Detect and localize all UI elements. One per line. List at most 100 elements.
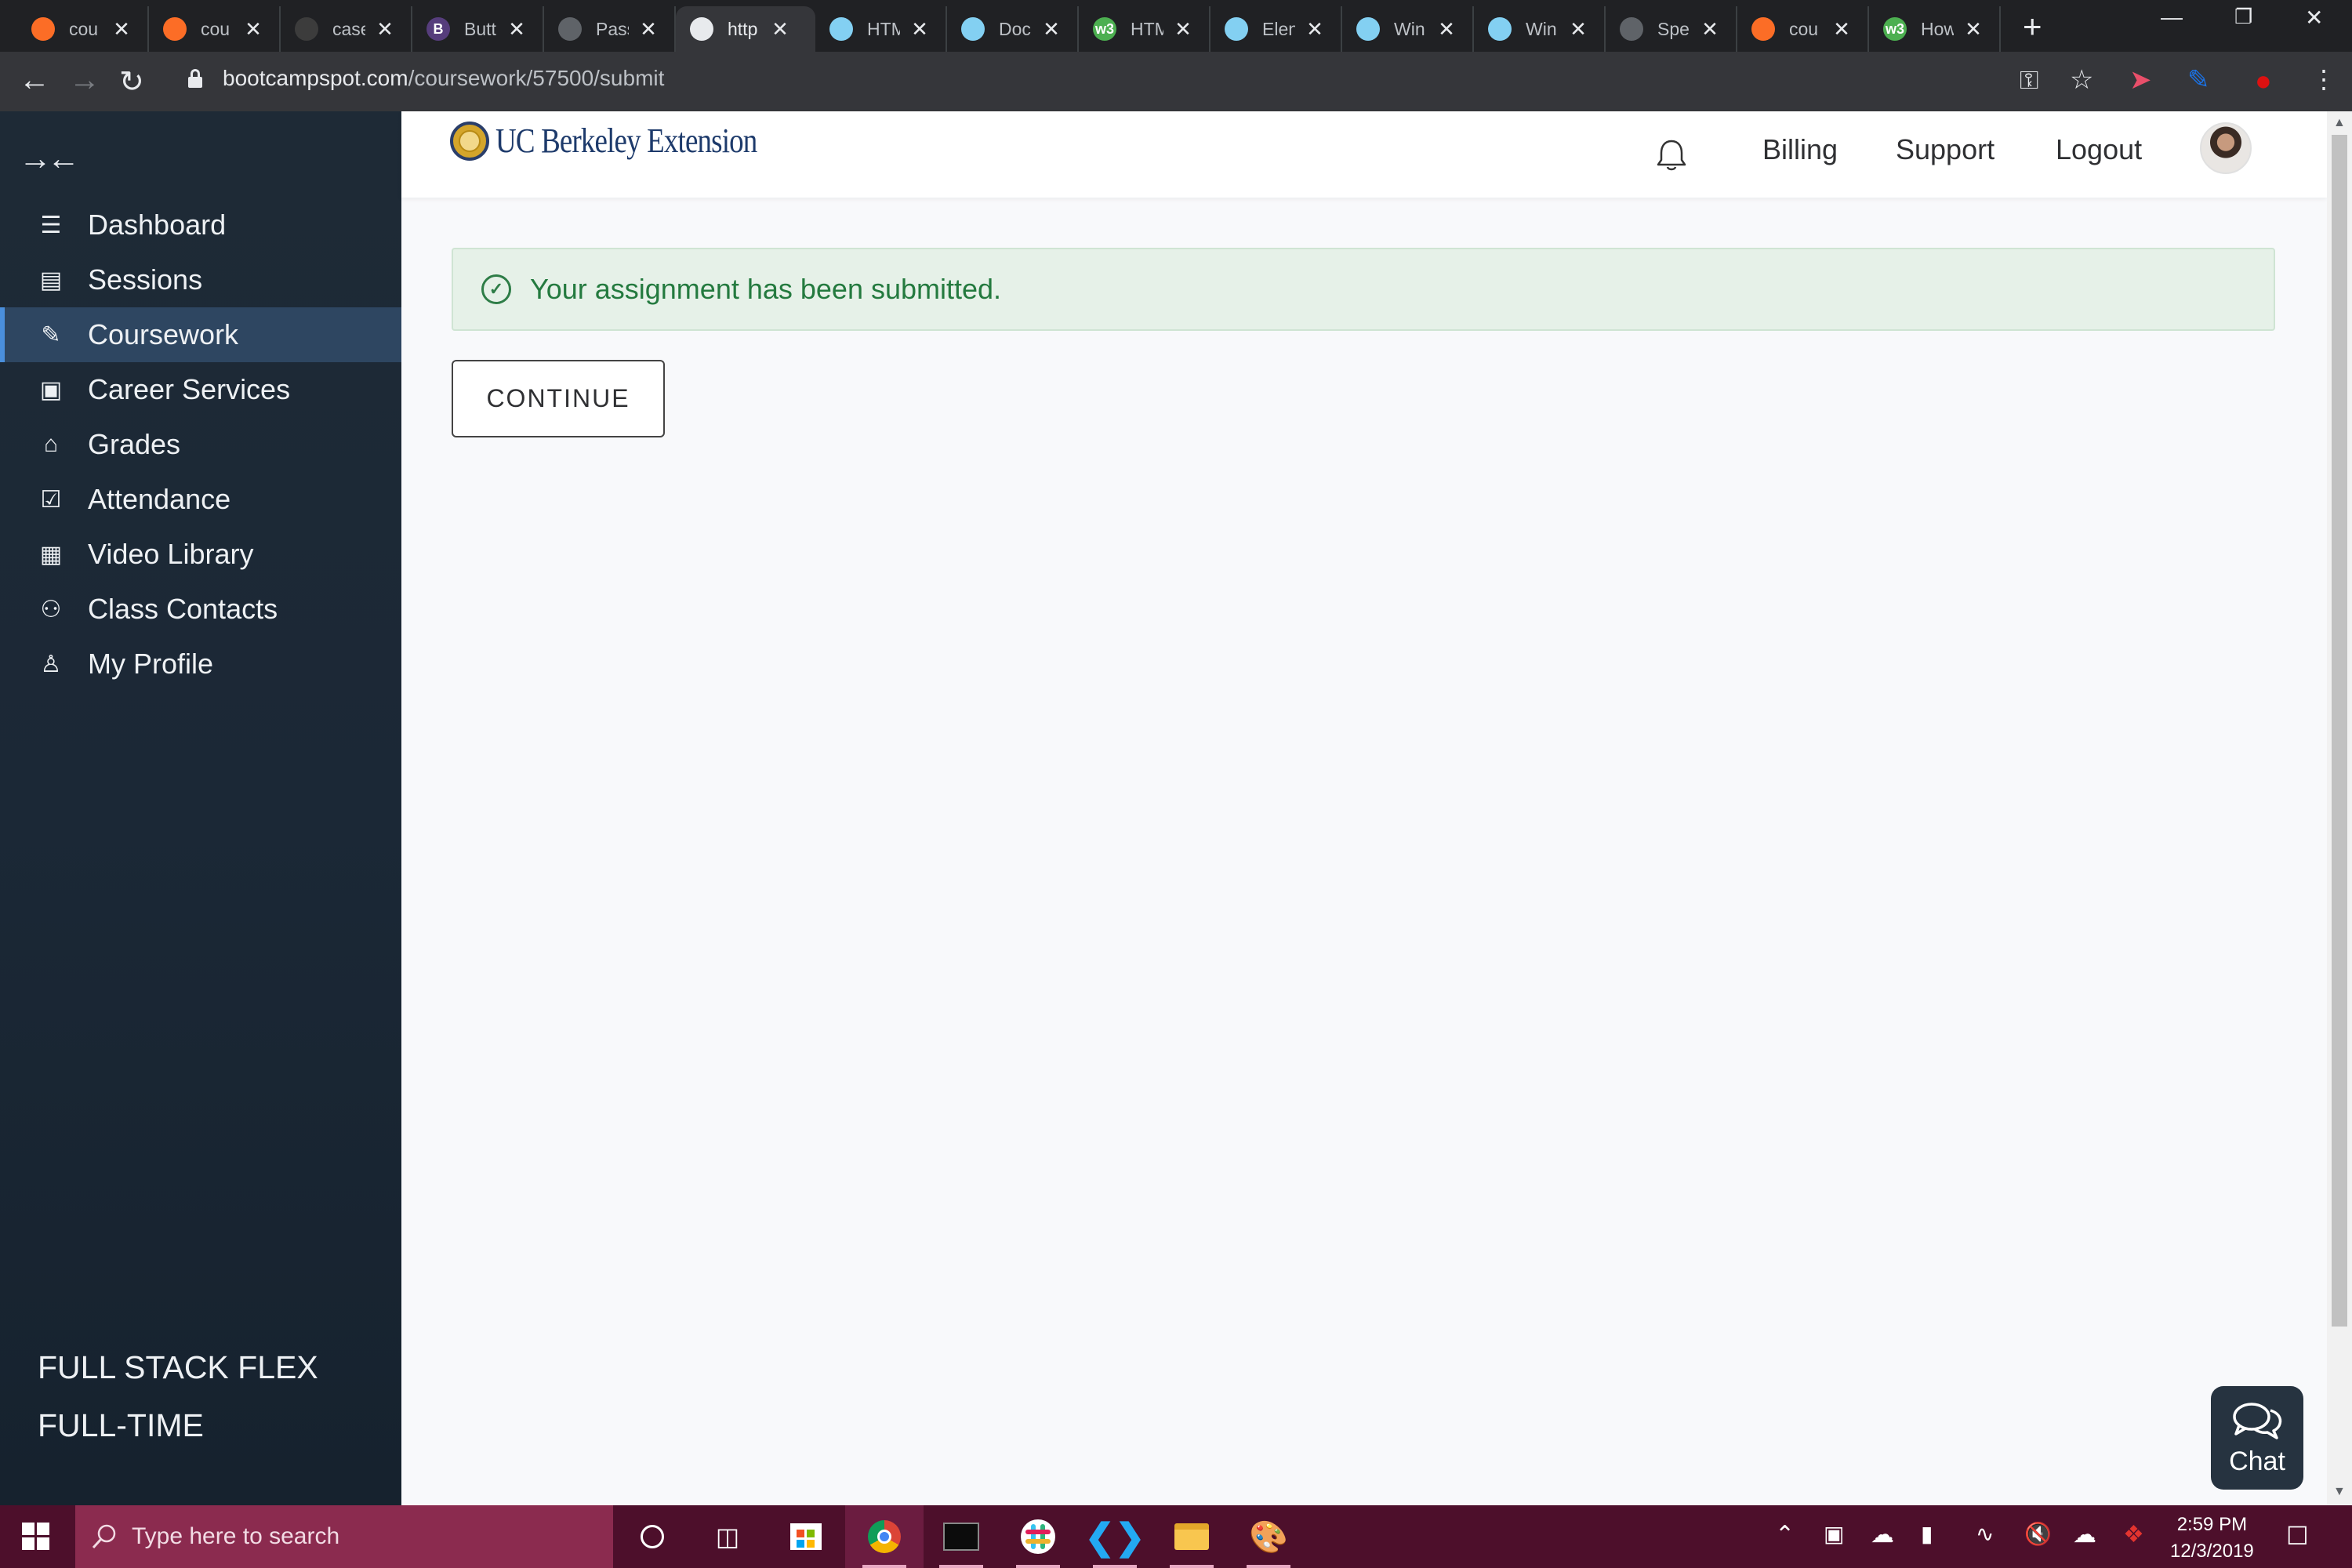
cortana-icon[interactable] (630, 1516, 674, 1557)
sidebar-item-class-contacts[interactable]: ⚇ Class Contacts (0, 582, 401, 637)
taskbar-clock[interactable]: 2:59 PM 12/3/2019 (2170, 1512, 2254, 1565)
tab-title: How (1921, 18, 1954, 39)
tab-title: http (728, 18, 758, 39)
tab-title: Win (1394, 18, 1425, 39)
task-view-icon[interactable]: ◫ (706, 1516, 750, 1557)
list-icon: ☰ (40, 212, 62, 238)
browser-tab[interactable]: case ✕ (281, 6, 412, 52)
extension-arrow-icon[interactable]: ➤ (2129, 64, 2152, 96)
browser-tab[interactable]: w3 How ✕ (1869, 6, 2001, 52)
billing-link[interactable]: Billing (1762, 133, 1838, 166)
sidebar-item-attendance[interactable]: ☑ Attendance (0, 472, 401, 527)
close-tab-icon[interactable]: ✕ (1963, 17, 1984, 42)
new-tab-icon[interactable]: + (2023, 8, 2042, 45)
restore-icon[interactable]: ❐ (2234, 5, 2252, 29)
sidebar-item-label: Coursework (88, 318, 239, 350)
logout-link[interactable]: Logout (2056, 133, 2142, 166)
scroll-thumb[interactable] (2332, 135, 2347, 1327)
scroll-down-icon[interactable]: ▼ (2333, 1485, 2346, 1499)
mdn-icon (1488, 17, 1512, 41)
chat-button[interactable]: Chat (2211, 1386, 2303, 1490)
gitlab-icon (31, 17, 55, 41)
browser-tab[interactable]: Pass ✕ (544, 6, 676, 52)
extension-red-icon[interactable]: ● (2255, 64, 2272, 97)
collapse-sidebar-icon[interactable]: →← (19, 140, 80, 177)
chrome-icon[interactable] (862, 1516, 906, 1568)
avatar[interactable] (2200, 122, 2252, 174)
close-tab-icon[interactable]: ✕ (1305, 17, 1325, 42)
key-icon[interactable]: ⚿ (2020, 66, 2038, 96)
scroll-up-icon[interactable]: ▲ (2333, 116, 2346, 130)
display-icon[interactable]: ▣ (1824, 1521, 1844, 1547)
lock-icon[interactable] (188, 69, 202, 88)
notifications-icon[interactable]: ☐ (2286, 1521, 2309, 1551)
dropbox-icon[interactable]: ❖ (2123, 1521, 2144, 1548)
volume-muted-icon[interactable]: 🔇 (2024, 1521, 2052, 1547)
browser-tab[interactable]: Elen ✕ (1210, 6, 1342, 52)
taskbar-search[interactable]: Type here to search (75, 1505, 613, 1568)
gitlab-icon (1751, 17, 1775, 41)
windows-start-icon[interactable] (22, 1523, 50, 1551)
close-tab-icon[interactable]: ✕ (1831, 17, 1852, 42)
close-tab-icon[interactable]: ✕ (909, 17, 930, 42)
globe-icon (690, 17, 713, 41)
terminal-icon[interactable] (939, 1516, 983, 1568)
browser-tab[interactable]: Win ✕ (1342, 6, 1474, 52)
close-tab-icon[interactable]: ✕ (638, 17, 659, 42)
top-header: UC Berkeley Extension Billing Support Lo… (401, 111, 2327, 198)
browser-tab[interactable]: Win ✕ (1474, 6, 1606, 52)
page-scrollbar[interactable]: ▲ ▼ (2327, 111, 2352, 1505)
browser-tab[interactable]: cou ✕ (17, 6, 149, 52)
close-tab-icon[interactable]: ✕ (1173, 17, 1193, 42)
close-window-icon[interactable]: ✕ (2305, 5, 2323, 31)
close-tab-icon[interactable]: ✕ (111, 17, 132, 42)
forward-icon[interactable]: → (69, 63, 100, 98)
minimize-icon[interactable]: — (2161, 5, 2183, 30)
sidebar-item-video-library[interactable]: ▦ Video Library (0, 527, 401, 582)
close-tab-icon[interactable]: ✕ (770, 17, 790, 42)
show-hidden-icons-icon[interactable]: ⌃ (1775, 1521, 1795, 1548)
bell-icon[interactable] (1648, 132, 1695, 179)
onedrive-icon[interactable]: ☁ (1871, 1521, 1894, 1548)
browser-tab[interactable]: w3 HTM ✕ (1079, 6, 1210, 52)
back-icon[interactable]: ← (19, 63, 50, 98)
battery-icon[interactable]: ▮ (1921, 1521, 1933, 1547)
clock-date: 12/3/2019 (2170, 1541, 2254, 1562)
close-tab-icon[interactable]: ✕ (1041, 17, 1062, 42)
browser-tab[interactable]: http ✕ (676, 6, 815, 52)
wifi-icon[interactable]: ∿ (1976, 1521, 1994, 1547)
sidebar-item-my-profile[interactable]: ♙ My Profile (0, 637, 401, 691)
browser-tab[interactable]: Spe ✕ (1606, 6, 1737, 52)
uc-berkeley-logo[interactable]: UC Berkeley Extension (450, 121, 807, 161)
store-icon[interactable] (784, 1516, 828, 1557)
support-link[interactable]: Support (1896, 133, 1994, 166)
browser-tab[interactable]: cou ✕ (149, 6, 281, 52)
paint-icon[interactable]: 🎨 (1247, 1516, 1290, 1568)
slack-icon[interactable] (1016, 1516, 1060, 1568)
close-tab-icon[interactable]: ✕ (1700, 17, 1720, 42)
close-tab-icon[interactable]: ✕ (1568, 17, 1588, 42)
vscode-icon[interactable]: ❮❯ (1084, 1516, 1145, 1568)
sidebar-item-coursework[interactable]: ✎ Coursework (0, 307, 401, 362)
url-field[interactable]: bootcampspot.com/coursework/57500/submit (223, 66, 664, 91)
close-tab-icon[interactable]: ✕ (506, 17, 527, 42)
close-tab-icon[interactable]: ✕ (1436, 17, 1457, 42)
close-tab-icon[interactable]: ✕ (243, 17, 263, 42)
browser-tab[interactable]: HTM ✕ (815, 6, 947, 52)
sidebar-item-career-services[interactable]: ▣ Career Services (0, 362, 401, 417)
browser-menu-icon[interactable]: ⋮ (2311, 64, 2336, 94)
extension-pen-icon[interactable]: ✎ (2187, 64, 2210, 96)
mdn-icon (961, 17, 985, 41)
continue-button[interactable]: CONTINUE (452, 360, 665, 437)
browser-tab[interactable]: cou ✕ (1737, 6, 1869, 52)
browser-tab[interactable]: Doc ✕ (947, 6, 1079, 52)
sidebar-item-grades[interactable]: ⌂ Grades (0, 417, 401, 472)
file-explorer-icon[interactable] (1170, 1516, 1214, 1568)
reload-icon[interactable]: ↻ (119, 64, 144, 100)
browser-tab[interactable]: B Butt ✕ (412, 6, 544, 52)
sidebar-item-dashboard[interactable]: ☰ Dashboard (0, 198, 401, 252)
close-tab-icon[interactable]: ✕ (375, 17, 395, 42)
cloud-upload-icon[interactable]: ☁ (2073, 1521, 2096, 1548)
star-icon[interactable]: ☆ (2070, 64, 2093, 96)
sidebar-item-sessions[interactable]: ▤ Sessions (0, 252, 401, 307)
